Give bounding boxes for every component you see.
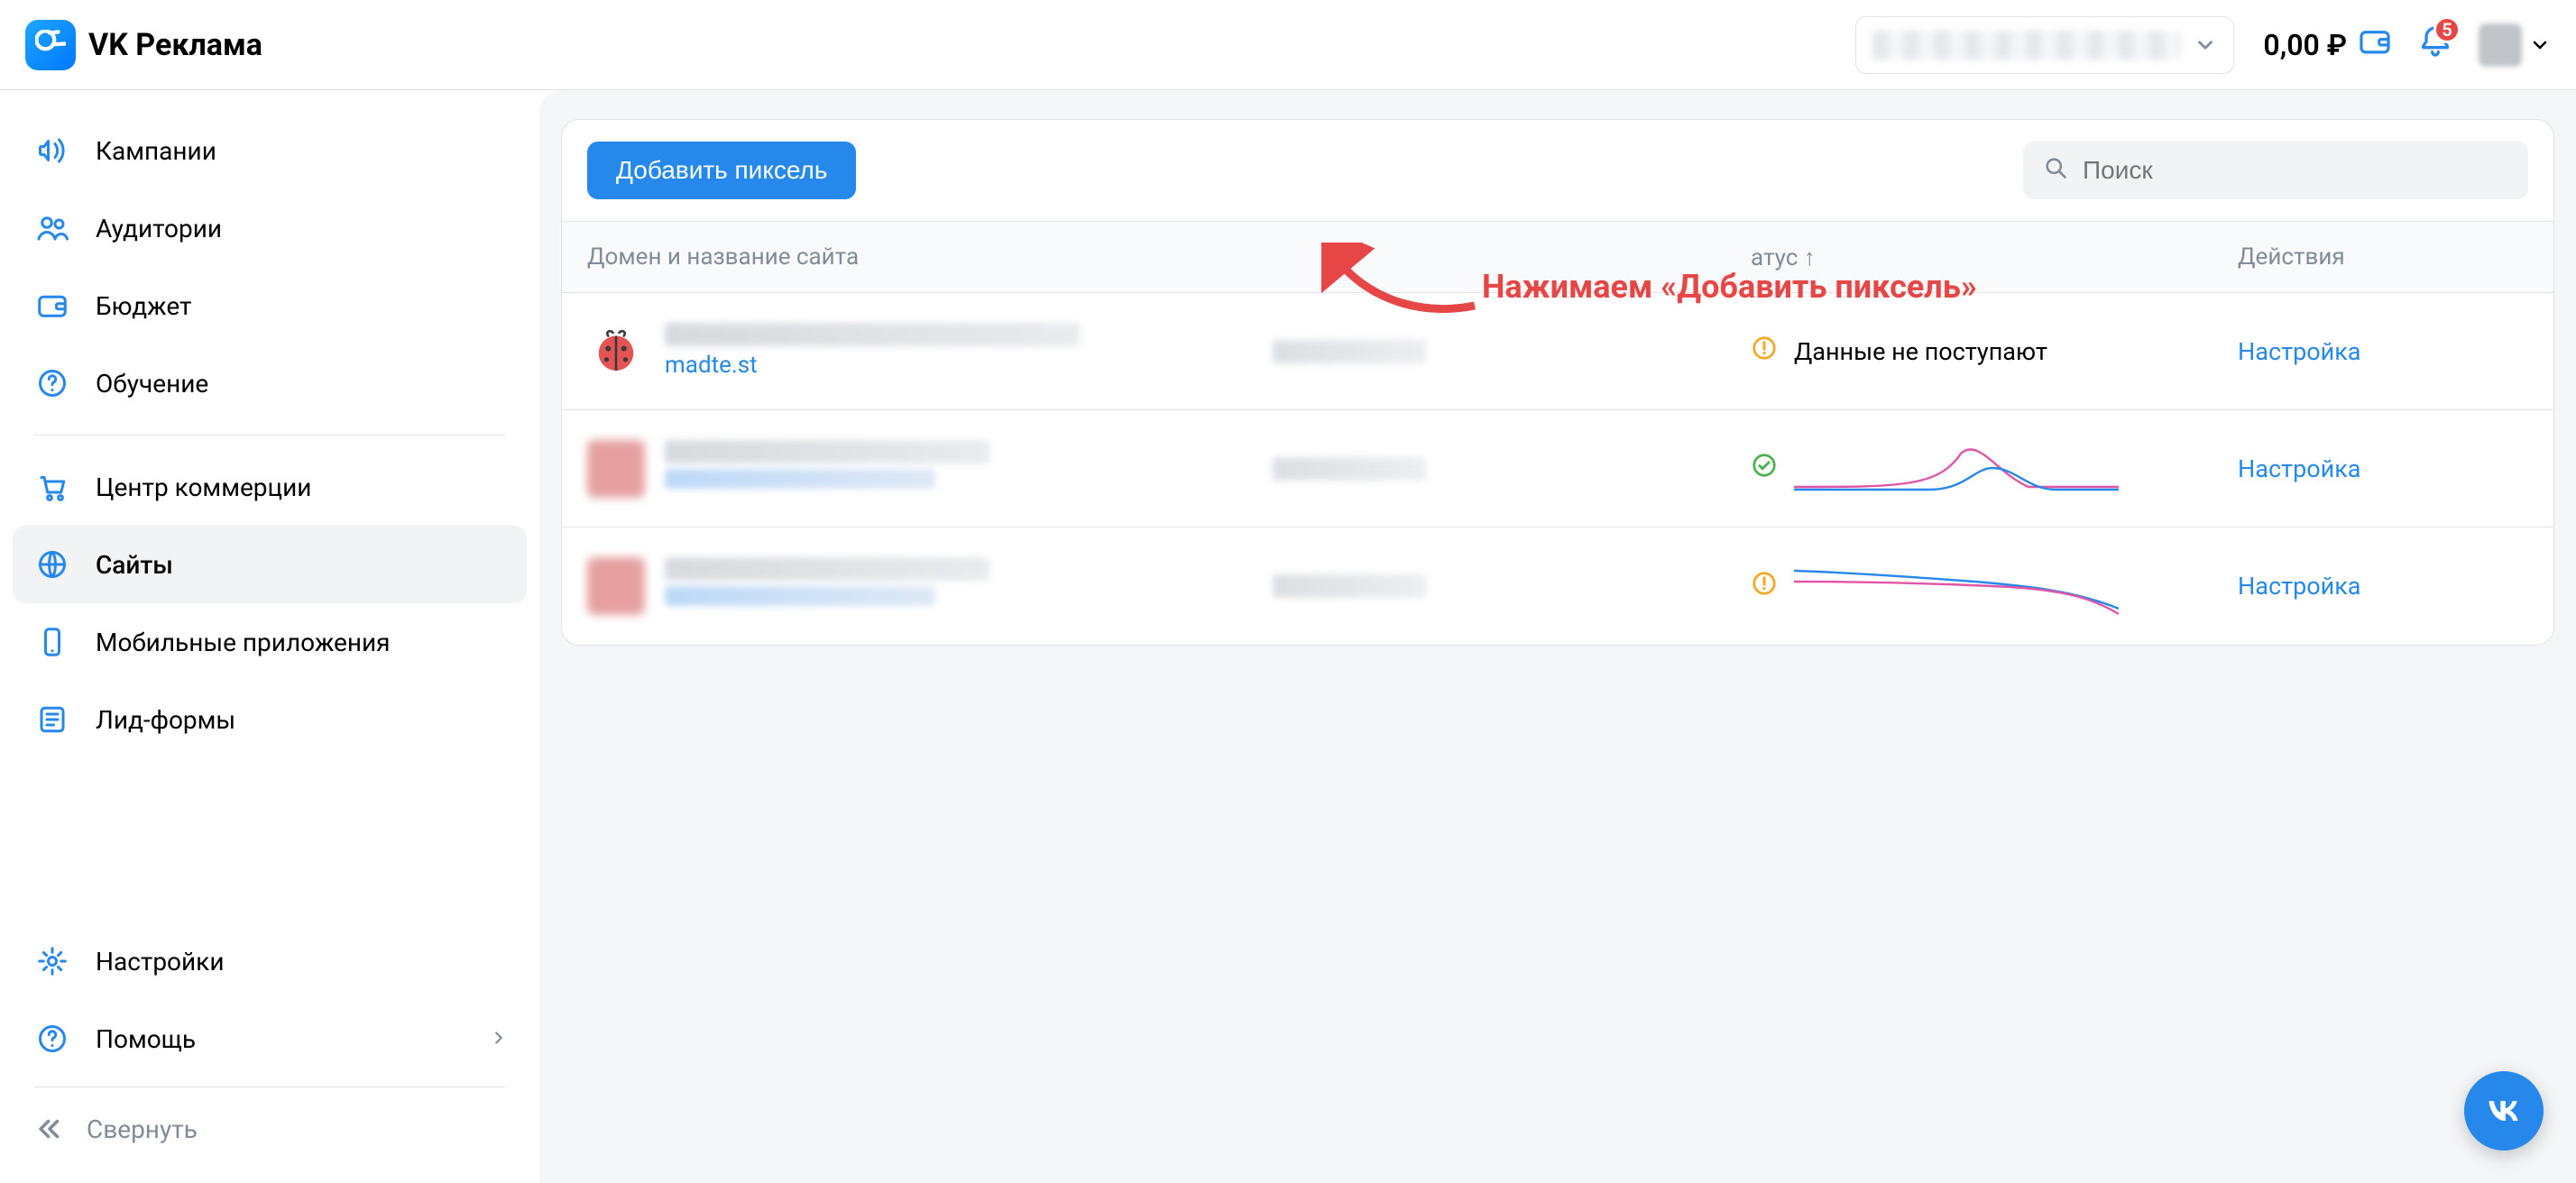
site-favicon-redacted xyxy=(587,440,645,498)
phone-icon xyxy=(34,624,70,660)
sidebar-separator xyxy=(34,435,505,436)
vk-icon xyxy=(2484,1091,2524,1131)
account-name-redacted xyxy=(1872,31,2181,60)
search-input[interactable] xyxy=(2081,155,2508,186)
wallet-icon xyxy=(34,288,70,324)
header: VK Реклама 0,00 ₽ 5 xyxy=(0,0,2576,90)
site-name-redacted xyxy=(665,323,1080,346)
sidebar-item-audiences[interactable]: Аудитории xyxy=(13,189,527,267)
site-name-redacted xyxy=(665,557,989,581)
sidebar-item-label: Настройки xyxy=(96,947,224,977)
chevron-double-left-icon xyxy=(34,1114,65,1144)
site-name-redacted xyxy=(665,440,989,463)
site-domain-redacted xyxy=(665,586,935,606)
sidebar-item-label: Бюджет xyxy=(96,291,192,321)
th-domain[interactable]: Домен и название сайта xyxy=(587,243,1255,271)
table-row: Настройка xyxy=(562,527,2553,645)
table-row: madte.st Данные не поступают Настройка xyxy=(562,293,2553,410)
event-value-redacted xyxy=(1273,340,1426,363)
status-icon xyxy=(1751,335,1778,368)
sidebar-item-label: Сайты xyxy=(96,550,173,580)
sidebar-item-campaigns[interactable]: Кампании xyxy=(13,112,527,189)
account-selector[interactable] xyxy=(1855,16,2234,74)
sites-table: Нажимаем «Добавить пиксель» Домен и назв… xyxy=(562,221,2553,645)
panel-toolbar: Добавить пиксель xyxy=(562,120,2553,221)
table-header: Домен и название сайта атус ↑ Действия xyxy=(562,221,2553,293)
user-menu[interactable] xyxy=(2479,23,2551,67)
configure-link[interactable]: Настройка xyxy=(2238,572,2361,601)
status-icon xyxy=(1751,570,1778,603)
configure-link[interactable]: Настройка xyxy=(2238,337,2361,366)
event-value-redacted xyxy=(1273,574,1426,598)
brand-title: VK Реклама xyxy=(88,27,262,63)
sidebar-item-learning[interactable]: Обучение xyxy=(13,344,527,422)
add-pixel-button[interactable]: Добавить пиксель xyxy=(587,142,856,199)
site-favicon xyxy=(587,323,645,381)
sidebar-item-commerce[interactable]: Центр коммерции xyxy=(13,448,527,526)
th-actions: Действия xyxy=(2238,243,2528,271)
chevron-down-icon xyxy=(2529,34,2551,56)
site-domain-redacted xyxy=(665,469,935,489)
search-box[interactable] xyxy=(2023,142,2528,199)
balance-amount: 0,00 ₽ xyxy=(2263,28,2347,62)
gear-icon xyxy=(34,943,70,979)
table-row: Настройка xyxy=(562,410,2553,527)
configure-link[interactable]: Настройка xyxy=(2238,454,2361,483)
sidebar-item-leadforms[interactable]: Лид-формы xyxy=(13,681,527,758)
help-circle-icon xyxy=(34,1021,70,1057)
help-circle-icon xyxy=(34,365,70,401)
sidebar-item-budget[interactable]: Бюджет xyxy=(13,267,527,344)
search-icon xyxy=(2043,155,2068,187)
sidebar: Кампании Аудитории Бюджет Обучение Центр ко… xyxy=(0,90,539,1183)
avatar xyxy=(2479,23,2522,67)
chat-fab[interactable] xyxy=(2464,1071,2544,1151)
site-favicon-redacted xyxy=(587,557,645,615)
sidebar-item-settings[interactable]: Настройки xyxy=(13,922,527,1000)
main-content: Добавить пиксель xyxy=(539,90,2576,1183)
event-value-redacted xyxy=(1273,457,1426,481)
sidebar-item-apps[interactable]: Мобильные приложения xyxy=(13,603,527,681)
balance[interactable]: 0,00 ₽ xyxy=(2263,24,2392,66)
sidebar-item-label: Кампании xyxy=(96,136,216,166)
sidebar-item-help[interactable]: Помощь xyxy=(13,1000,527,1078)
cart-icon xyxy=(34,469,70,505)
form-icon xyxy=(34,702,70,738)
sidebar-item-label: Помощь xyxy=(96,1024,196,1054)
brand-logo-icon xyxy=(25,20,76,70)
status-text: Данные не поступают xyxy=(1794,337,2047,366)
sidebar-item-label: Центр коммерции xyxy=(96,472,311,502)
site-domain-link[interactable]: madte.st xyxy=(665,352,1080,379)
sidebar-item-label: Обучение xyxy=(96,369,208,399)
wallet-icon xyxy=(2358,24,2392,66)
sidebar-item-label: Лид-формы xyxy=(96,705,235,735)
sidebar-item-label: Мобильные приложения xyxy=(96,628,391,657)
notification-badge: 5 xyxy=(2433,16,2461,43)
notifications-button[interactable]: 5 xyxy=(2417,23,2453,66)
chevron-right-icon xyxy=(489,1024,509,1054)
sidebar-collapse-label: Свернуть xyxy=(87,1114,198,1144)
globe-icon xyxy=(34,546,70,582)
brand[interactable]: VK Реклама xyxy=(25,20,262,70)
chevron-down-icon xyxy=(2194,33,2217,57)
users-icon xyxy=(34,210,70,246)
sites-panel: Добавить пиксель xyxy=(561,119,2554,646)
sidebar-collapse[interactable]: Свернуть xyxy=(13,1096,527,1161)
megaphone-icon xyxy=(34,133,70,169)
th-status[interactable]: атус ↑ xyxy=(1751,243,2220,271)
status-icon xyxy=(1751,452,1778,485)
sidebar-item-sites[interactable]: Сайты xyxy=(13,526,527,603)
sidebar-item-label: Аудитории xyxy=(96,214,222,243)
